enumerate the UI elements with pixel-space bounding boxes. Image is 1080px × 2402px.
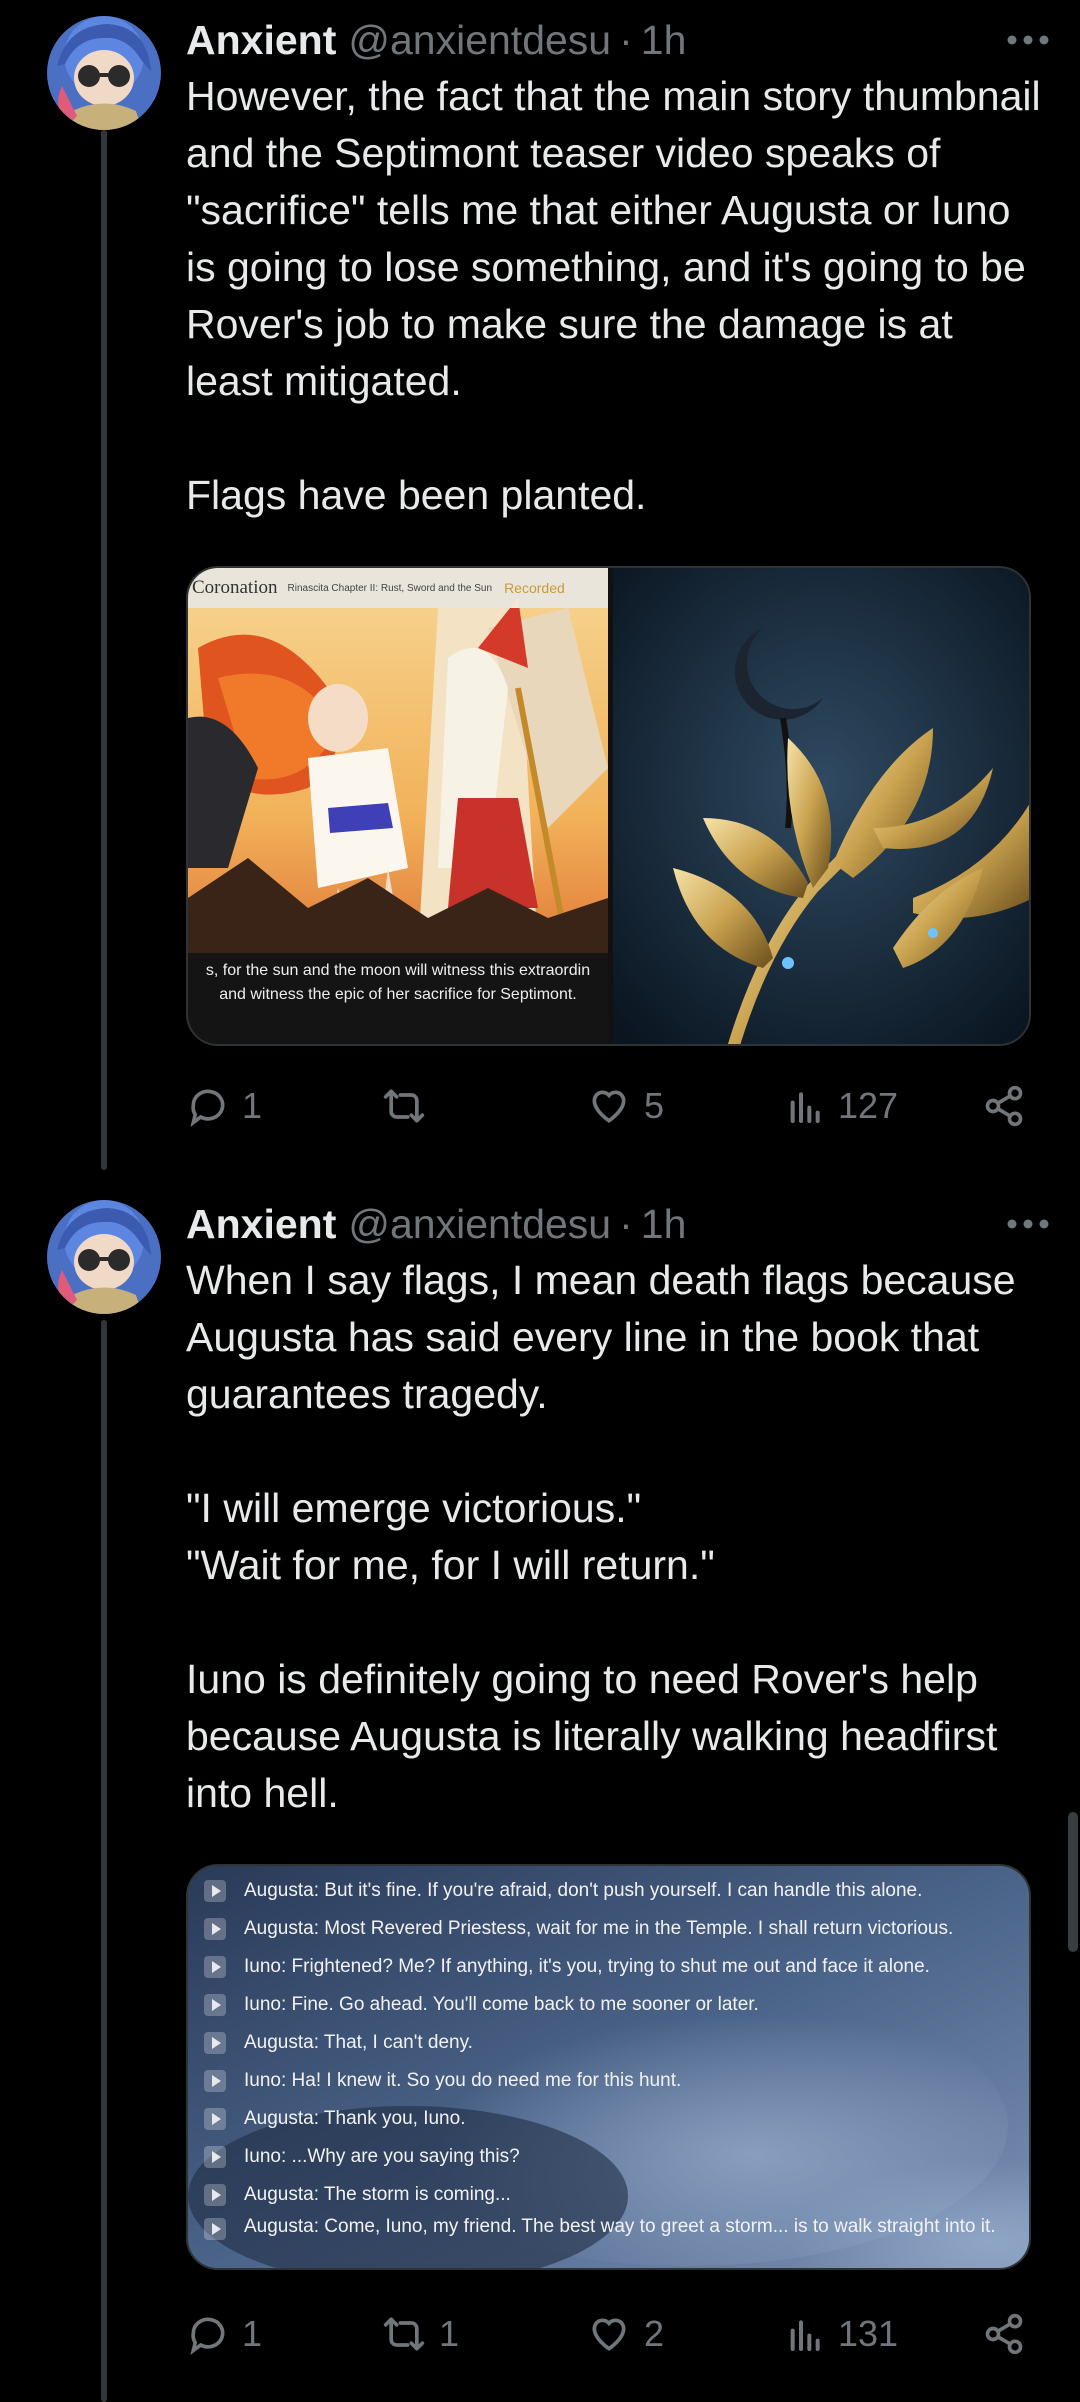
dialog-text: Augusta: The storm is coming... xyxy=(244,2184,511,2205)
dialog-line: Iuno: Frightened? Me? If anything, it's … xyxy=(204,1948,1029,1986)
dialog-text: Augusta: Most Revered Priestess, wait fo… xyxy=(244,1918,954,1939)
dialog-text: Augusta: Thank you, Iuno. xyxy=(244,2108,466,2129)
views-button[interactable]: 131 xyxy=(786,2306,898,2362)
play-icon[interactable] xyxy=(204,1956,226,1978)
dialog-list: Augusta: But it's fine. If you're afraid… xyxy=(188,1866,1029,2268)
views-count: 127 xyxy=(838,1085,899,1126)
views-icon xyxy=(790,2320,820,2351)
repost-icon xyxy=(383,1089,425,1123)
views-icon xyxy=(790,1092,820,1123)
tweet-actions: 1 5 127 xyxy=(186,1078,1028,1134)
media-image-teaser[interactable] xyxy=(613,568,1029,1044)
tweet-header: Anxient @anxientdesu · 1h xyxy=(186,1198,1068,1250)
user-handle[interactable]: @anxientdesu xyxy=(348,14,611,66)
timestamp[interactable]: 1h xyxy=(641,1198,687,1250)
heart-icon xyxy=(592,1090,626,1123)
display-name[interactable]: Anxient xyxy=(186,1198,336,1250)
views-count: 131 xyxy=(838,2313,899,2354)
play-icon[interactable] xyxy=(204,2184,226,2206)
display-name[interactable]: Anxient xyxy=(186,14,336,66)
thumbnail-title: Coronation xyxy=(192,577,278,598)
dialog-line: Iuno: Ha! I knew it. So you do need me f… xyxy=(204,2062,1029,2100)
dialog-line: Augusta: Thank you, Iuno. xyxy=(204,2100,1029,2138)
play-icon[interactable] xyxy=(204,2108,226,2130)
reply-icon xyxy=(190,2317,225,2355)
views-button[interactable]: 127 xyxy=(786,1078,898,1134)
reply-button[interactable]: 1 xyxy=(186,2306,262,2362)
reply-icon xyxy=(190,1089,225,1127)
play-icon[interactable] xyxy=(204,1994,226,2016)
avatar[interactable] xyxy=(47,16,161,130)
like-button[interactable]: 2 xyxy=(586,2306,664,2362)
dialog-line: Augusta: That, I can't deny. xyxy=(204,2024,1029,2062)
separator: · xyxy=(619,17,633,63)
tweet[interactable]: Anxient @anxientdesu · 1h When I say fla… xyxy=(186,1198,1068,1822)
share-icon xyxy=(985,2313,1023,2355)
dialog-line: Augusta: But it's fine. If you're afraid… xyxy=(204,1872,1029,1910)
reply-count: 1 xyxy=(242,1085,263,1126)
media-grid[interactable]: Coronation Rinascita Chapter II: Rust, S… xyxy=(186,566,1031,1046)
play-icon[interactable] xyxy=(204,2070,226,2092)
thread-line xyxy=(101,130,107,1170)
scrollbar[interactable] xyxy=(1068,1812,1078,1952)
dialog-line: Iuno: Fine. Go ahead. You'll come back t… xyxy=(204,1986,1029,2024)
tweet[interactable]: Anxient @anxientdesu · 1h However, the f… xyxy=(186,14,1068,524)
dialog-text: Iuno: Fine. Go ahead. You'll come back t… xyxy=(244,1994,759,2015)
dialog-line: Iuno: ...Why are you saying this? xyxy=(204,2138,1029,2176)
dialog-line: Augusta: Come, Iuno, my friend. The best… xyxy=(204,2214,1029,2266)
share-icon xyxy=(985,1085,1023,1127)
thumbnail-chapter: Rinascita Chapter II: Rust, Sword and th… xyxy=(287,582,493,594)
separator: · xyxy=(619,1201,633,1247)
repost-icon xyxy=(383,2317,425,2351)
play-icon[interactable] xyxy=(204,2146,226,2168)
dialog-text: Augusta: Come, Iuno, my friend. The best… xyxy=(244,2216,996,2237)
heart-icon xyxy=(592,2318,626,2351)
thumbnail-caption: s, for the sun and the moon will witness… xyxy=(188,953,608,1044)
reply-count: 1 xyxy=(242,2313,263,2354)
tweet-header: Anxient @anxientdesu · 1h xyxy=(186,14,1068,66)
reply-button[interactable]: 1 xyxy=(186,1078,262,1134)
play-icon[interactable] xyxy=(204,1918,226,1940)
timestamp[interactable]: 1h xyxy=(641,14,687,66)
thread-line xyxy=(101,1320,107,2402)
caption-line-1: s, for the sun and the moon will witness… xyxy=(205,962,591,979)
avatar-image xyxy=(47,1200,161,1314)
avatar[interactable] xyxy=(47,1200,161,1314)
user-handle[interactable]: @anxientdesu xyxy=(348,1198,611,1250)
like-count: 2 xyxy=(644,2313,665,2354)
more-icon[interactable] xyxy=(1002,1202,1054,1246)
repost-button[interactable] xyxy=(381,1078,439,1134)
share-button[interactable] xyxy=(982,2306,1026,2362)
thumbnail-title-bar: Coronation Rinascita Chapter II: Rust, S… xyxy=(188,568,608,608)
more-icon[interactable] xyxy=(1002,18,1054,62)
caption-line-2: and witness the epic of her sacrifice fo… xyxy=(219,986,577,1003)
dialog-text: Iuno: ...Why are you saying this? xyxy=(244,2146,520,2167)
tweet-actions: 1 1 2 131 xyxy=(186,2306,1028,2362)
avatar-image xyxy=(47,16,161,130)
play-icon[interactable] xyxy=(204,2218,226,2240)
dialog-line: Augusta: The storm is coming... xyxy=(204,2176,1029,2214)
media-image-story-thumbnail[interactable]: Coronation Rinascita Chapter II: Rust, S… xyxy=(188,568,608,1044)
dialog-text: Augusta: But it's fine. If you're afraid… xyxy=(244,1880,923,1901)
repost-button[interactable]: 1 xyxy=(381,2306,459,2362)
tweet-text: When I say flags, I mean death flags bec… xyxy=(186,1257,1016,1816)
like-count: 5 xyxy=(644,1085,665,1126)
dialog-text: Augusta: That, I can't deny. xyxy=(244,2032,473,2053)
play-icon[interactable] xyxy=(204,2032,226,2054)
tweet-text: However, the fact that the main story th… xyxy=(186,73,1041,518)
share-button[interactable] xyxy=(982,1078,1026,1134)
like-button[interactable]: 5 xyxy=(586,1078,664,1134)
thumbnail-tag: Recorded xyxy=(504,580,565,596)
dialog-text: Iuno: Frightened? Me? If anything, it's … xyxy=(244,1956,930,1977)
dialog-text: Iuno: Ha! I knew it. So you do need me f… xyxy=(244,2070,682,2091)
play-icon[interactable] xyxy=(204,1880,226,1902)
dialog-line: Augusta: Most Revered Priestess, wait fo… xyxy=(204,1910,1029,1948)
media-image-dialog-log[interactable]: Augusta: But it's fine. If you're afraid… xyxy=(186,1864,1031,2270)
teaser-art xyxy=(613,568,1029,1044)
repost-count: 1 xyxy=(439,2313,460,2354)
